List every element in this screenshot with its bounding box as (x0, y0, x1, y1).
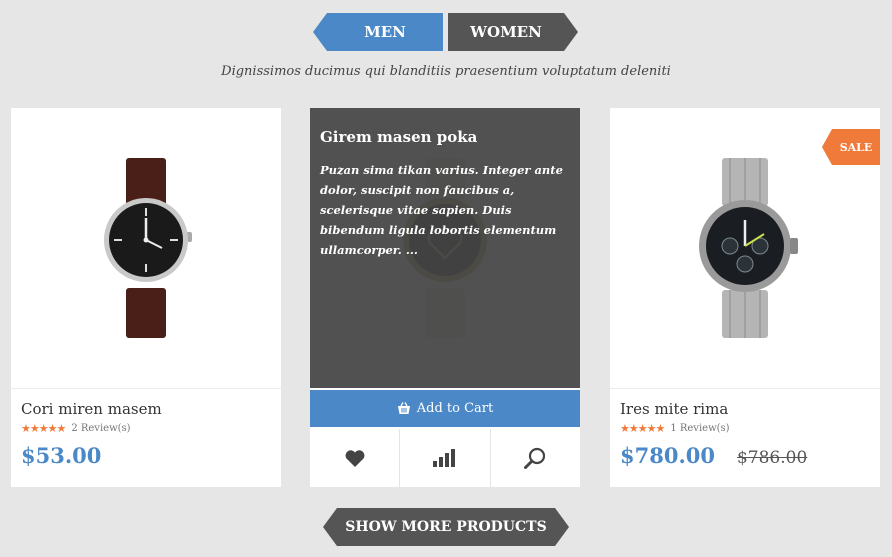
review-count[interactable]: 2 Review(s) (71, 423, 130, 434)
steel-chronograph-watch-image (699, 158, 798, 338)
product-card[interactable]: Cori miren masem ★★★★★ 2 Review(s) $53.0… (11, 108, 281, 487)
leather-watch-image (104, 158, 192, 338)
category-tabs: MEN WOMEN (313, 13, 578, 51)
tab-women[interactable]: WOMEN (448, 13, 578, 51)
product-actions (310, 429, 580, 487)
quick-view-overlay: Girem masen poka Puzan sima tikan varius… (310, 108, 580, 388)
product-name[interactable]: Ires mite rima (620, 400, 870, 418)
quick-view-button[interactable] (491, 429, 580, 487)
product-card-hovered[interactable]: Girem masen poka Puzan sima tikan varius… (310, 108, 580, 487)
product-name[interactable]: Girem masen poka (320, 128, 570, 146)
heart-icon (345, 449, 365, 467)
add-to-cart-label: Add to Cart (416, 401, 494, 416)
rating: ★★★★★ 1 Review(s) (620, 422, 870, 435)
price-row: $53.00 (21, 443, 271, 468)
price: $780.00 (620, 443, 715, 468)
divider (11, 388, 281, 389)
old-price: $786.00 (736, 448, 808, 468)
divider (610, 388, 880, 389)
tab-men[interactable]: MEN (313, 13, 443, 51)
price: $53.00 (21, 443, 102, 468)
show-more-products-button[interactable]: SHOW MORE PRODUCTS (323, 508, 569, 546)
add-to-cart-button[interactable]: Add to Cart (310, 390, 580, 427)
basket-icon (397, 402, 410, 414)
product-info: Cori miren masem ★★★★★ 2 Review(s) $53.0… (21, 400, 271, 468)
product-image[interactable] (11, 108, 281, 388)
product-description: Puzan sima tikan varius. Integer ante do… (320, 163, 563, 257)
price-row: $780.00 $786.00 (620, 443, 870, 468)
product-card[interactable]: SALE Ires mite rima ★★★★★ 1 Review(s) $7… (610, 108, 880, 487)
review-count[interactable]: 1 Review(s) (670, 423, 729, 434)
product-info: Ires mite rima ★★★★★ 1 Review(s) $780.00… (620, 400, 870, 468)
search-icon (524, 447, 546, 469)
compare-button[interactable] (400, 429, 491, 487)
compare-icon (432, 449, 455, 467)
product-name[interactable]: Cori miren masem (21, 400, 271, 418)
star-rating-icon: ★★★★★ (620, 422, 665, 435)
star-rating-icon: ★★★★★ (21, 422, 66, 435)
section-subtitle: Dignissimos ducimus qui blanditiis praes… (221, 64, 671, 79)
sale-badge: SALE (822, 129, 880, 165)
rating: ★★★★★ 2 Review(s) (21, 422, 271, 435)
wishlist-button[interactable] (310, 429, 401, 487)
